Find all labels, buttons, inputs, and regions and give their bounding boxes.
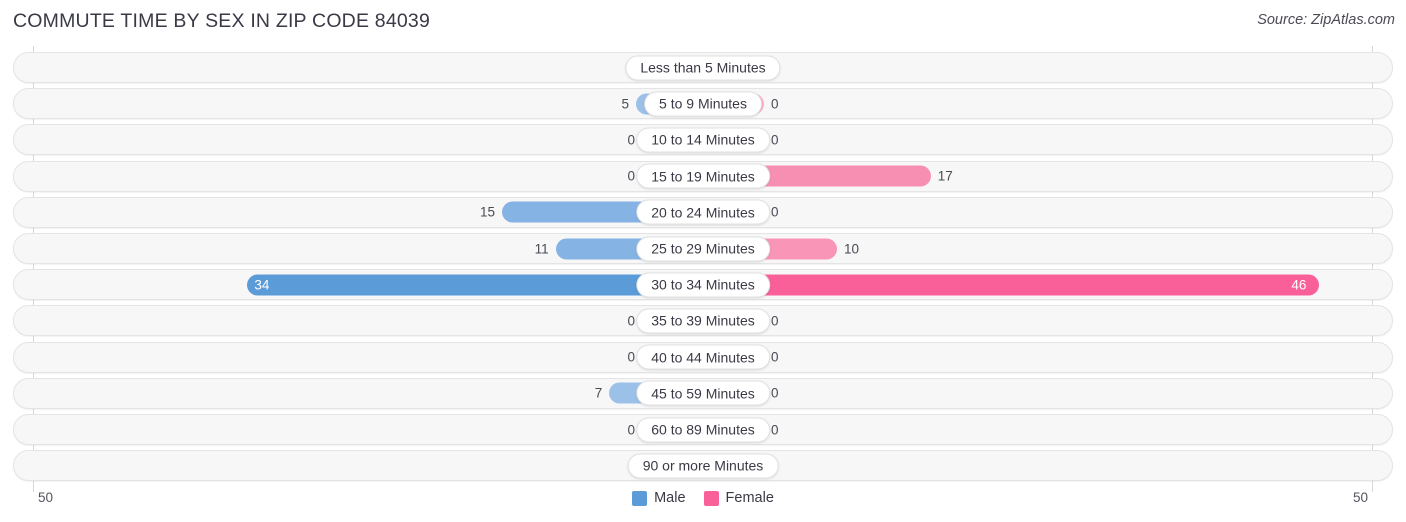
category-label-pill[interactable]: 35 to 39 Minutes: [636, 308, 770, 334]
row-inner: 0 17 15 to 19 Minutes: [14, 162, 1392, 191]
bar-female[interactable]: [703, 274, 1320, 296]
row-inner: 34 46 30 to 34 Minutes: [14, 270, 1392, 299]
chart-legend: Male Female: [0, 490, 1406, 506]
category-label-pill[interactable]: 15 to 19 Minutes: [636, 163, 770, 189]
category-label-pill[interactable]: 25 to 29 Minutes: [636, 236, 770, 261]
legend-swatch-female-icon: [703, 490, 719, 506]
value-label-female: 0: [771, 132, 779, 148]
row-inner: 5 0 5 to 9 Minutes: [14, 89, 1392, 118]
category-label-pill[interactable]: 90 or more Minutes: [627, 453, 779, 479]
table-row[interactable]: 5 0 5 to 9 Minutes: [13, 88, 1393, 120]
table-row[interactable]: 11 10 25 to 29 Minutes: [13, 233, 1393, 264]
row-inner: 00Less than 5 Minutes: [14, 53, 1392, 82]
table-row[interactable]: 7 0 45 to 59 Minutes: [13, 377, 1393, 409]
table-row[interactable]: 0 17 15 to 19 Minutes: [13, 160, 1393, 192]
value-label-female: 0: [771, 349, 779, 365]
table-row[interactable]: 0090 or more Minutes: [13, 450, 1393, 482]
table-row[interactable]: 0 0 60 to 89 Minutes: [13, 414, 1393, 445]
category-label-pill[interactable]: 30 to 34 Minutes: [636, 272, 770, 298]
bar-male[interactable]: [247, 274, 703, 296]
row-inner: 0 0 10 to 14 Minutes: [14, 125, 1392, 154]
value-label-female: 46: [1291, 276, 1307, 292]
row-inner: 0090 or more Minutes: [14, 451, 1392, 480]
table-row[interactable]: 0 0 40 to 44 Minutes: [13, 341, 1393, 373]
category-label-pill[interactable]: 5 to 9 Minutes: [644, 91, 762, 117]
category-label-pill[interactable]: 45 to 59 Minutes: [636, 380, 770, 406]
value-label-male: 5: [621, 95, 629, 111]
value-label-female: 0: [771, 385, 779, 401]
legend-label-male: Male: [654, 490, 686, 506]
category-label-pill[interactable]: 10 to 14 Minutes: [636, 127, 770, 153]
chart-footer: 50 50 Male Female: [0, 486, 1406, 522]
legend-item-female[interactable]: Female: [703, 490, 774, 506]
category-label-pill[interactable]: 20 to 24 Minutes: [636, 199, 770, 225]
value-label-male: 0: [627, 132, 635, 148]
row-inner: 0 0 60 to 89 Minutes: [14, 415, 1392, 444]
legend-item-male[interactable]: Male: [632, 490, 686, 506]
value-label-female: 0: [771, 204, 779, 220]
category-label-pill[interactable]: 60 to 89 Minutes: [636, 417, 770, 442]
table-row[interactable]: 34 46 30 to 34 Minutes: [13, 269, 1393, 301]
value-label-male: 34: [254, 276, 270, 292]
chart-header: COMMUTE TIME BY SEX IN ZIP CODE 84039 So…: [0, 0, 1406, 46]
value-label-female: 17: [937, 168, 953, 184]
value-label-male: 0: [627, 421, 635, 437]
table-row[interactable]: 15 0 20 to 24 Minutes: [13, 196, 1393, 228]
value-label-male: 11: [534, 240, 549, 256]
legend-swatch-male-icon: [632, 490, 648, 506]
category-label-pill[interactable]: Less than 5 Minutes: [625, 55, 781, 80]
row-inner: 15 0 20 to 24 Minutes: [14, 198, 1392, 227]
value-label-female: 0: [771, 95, 779, 111]
value-label-male: 0: [627, 168, 635, 184]
legend-label-female: Female: [725, 490, 774, 506]
chart-plot-area: 00Less than 5 Minutes505 to 9 Minutes001…: [0, 46, 1406, 492]
table-row[interactable]: 00Less than 5 Minutes: [13, 52, 1393, 83]
value-label-male: 7: [594, 385, 603, 401]
value-label-female: 0: [771, 421, 779, 437]
page-title: COMMUTE TIME BY SEX IN ZIP CODE 84039: [13, 10, 431, 32]
row-inner: 0 0 40 to 44 Minutes: [14, 343, 1392, 372]
value-label-male: 15: [479, 204, 495, 220]
category-label-pill[interactable]: 40 to 44 Minutes: [636, 344, 770, 370]
row-inner: 0 0 35 to 39 Minutes: [14, 306, 1392, 335]
source-label: Source: ZipAtlas.com: [1257, 12, 1395, 28]
table-row[interactable]: 0 0 10 to 14 Minutes: [13, 124, 1393, 156]
row-inner: 7 0 45 to 59 Minutes: [14, 379, 1392, 408]
value-label-female: 0: [771, 313, 779, 329]
value-label-male: 0: [627, 313, 635, 329]
table-row[interactable]: 0 0 35 to 39 Minutes: [13, 305, 1393, 337]
row-inner: 11 10 25 to 29 Minutes: [14, 234, 1392, 263]
value-label-male: 0: [627, 349, 635, 365]
value-label-female: 10: [844, 240, 860, 256]
